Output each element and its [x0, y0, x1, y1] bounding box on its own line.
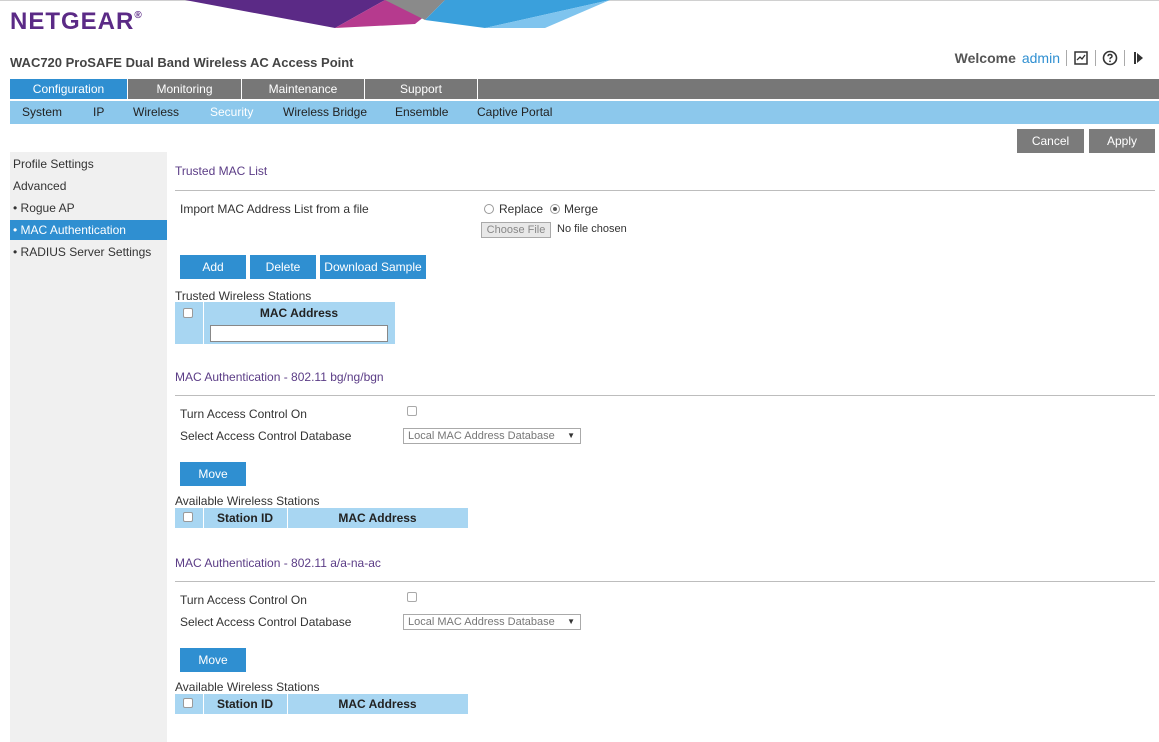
tab-configuration[interactable]: Configuration	[10, 79, 128, 99]
import-label: Import MAC Address List from a file	[180, 202, 369, 216]
replace-radio-label: Replace	[499, 202, 544, 216]
add-button[interactable]: Add	[180, 255, 246, 279]
ac-database-label: Select Access Control Database	[180, 615, 352, 629]
sidebar-item-mac-authentication[interactable]: • MAC Authentication	[10, 220, 167, 240]
sidebar-item-rogue-ap[interactable]: • Rogue AP	[10, 198, 167, 218]
select-all-checkbox[interactable]	[183, 308, 193, 318]
bgn-access-control-checkbox[interactable]	[407, 406, 417, 416]
ac-database-value: Local MAC Address Database	[408, 616, 555, 628]
ac-move-button[interactable]: Move	[180, 648, 246, 672]
ac-access-control-label: Turn Access Control On	[180, 593, 307, 607]
help-icon[interactable]	[1102, 50, 1118, 66]
bgn-move-button[interactable]: Move	[180, 462, 246, 486]
mac-address-column-header: MAC Address	[338, 697, 417, 711]
section-divider	[175, 190, 1155, 191]
chevron-down-icon: ▼	[567, 431, 575, 440]
tab-support[interactable]: Support	[365, 79, 478, 99]
mac-address-column-header: MAC Address	[338, 511, 417, 525]
welcome-label: Welcome	[954, 50, 1016, 66]
ac-database-select[interactable]: Local MAC Address Database ▼	[403, 614, 581, 630]
trusted-mac-list-title: Trusted MAC List	[175, 164, 268, 178]
subtab-ensemble[interactable]: Ensemble	[395, 101, 448, 124]
station-id-column-header: Station ID	[217, 697, 273, 711]
section-divider	[175, 395, 1155, 396]
subtab-captive-portal[interactable]: Captive Portal	[477, 101, 552, 124]
subtab-ip[interactable]: IP	[93, 101, 104, 124]
divider	[1124, 50, 1125, 66]
no-file-status: No file chosen	[557, 223, 627, 235]
subtab-wireless-bridge[interactable]: Wireless Bridge	[283, 101, 367, 124]
bgn-available-stations-label: Available Wireless Stations	[175, 494, 320, 508]
netgear-logo: NETGEAR®	[10, 8, 143, 35]
subtab-wireless[interactable]: Wireless	[133, 101, 179, 124]
choose-file-button[interactable]: Choose File	[481, 222, 551, 238]
bgn-stations-table: Station ID MAC Address	[175, 508, 468, 528]
tab-maintenance[interactable]: Maintenance	[242, 79, 365, 99]
main-nav: Configuration Monitoring Maintenance Sup…	[10, 79, 1159, 99]
divider	[1095, 50, 1096, 66]
sidebar-item-advanced[interactable]: Advanced	[10, 176, 167, 196]
sidebar: Profile Settings Advanced • Rogue AP • M…	[10, 152, 167, 742]
trusted-stations-label: Trusted Wireless Stations	[175, 289, 312, 303]
bgn-select-all-checkbox[interactable]	[183, 512, 193, 522]
ac-stations-table: Station ID MAC Address	[175, 694, 468, 714]
logout-icon[interactable]	[1131, 50, 1147, 66]
merge-radio[interactable]	[550, 204, 560, 214]
tab-monitoring[interactable]: Monitoring	[128, 79, 242, 99]
mac-address-column-header: MAC Address	[259, 306, 339, 320]
chevron-down-icon: ▼	[567, 617, 575, 626]
station-id-column-header: Station ID	[217, 511, 273, 525]
merge-radio-label: Merge	[564, 202, 599, 216]
subtab-system[interactable]: System	[22, 101, 62, 124]
subtab-security[interactable]: Security	[210, 101, 253, 124]
cancel-button[interactable]: Cancel	[1017, 129, 1084, 153]
apply-button[interactable]: Apply	[1089, 129, 1155, 153]
sub-nav: System IP Wireless Security Wireless Bri…	[10, 101, 1159, 124]
ac-section-title: MAC Authentication - 802.11 a/a-na-ac	[175, 556, 381, 570]
section-divider	[175, 581, 1155, 582]
product-title: WAC720 ProSAFE Dual Band Wireless AC Acc…	[10, 55, 354, 70]
sidebar-item-profile-settings[interactable]: Profile Settings	[10, 154, 167, 174]
bgn-access-control-label: Turn Access Control On	[180, 407, 307, 421]
sidebar-item-radius-server-settings[interactable]: • RADIUS Server Settings	[10, 242, 167, 262]
ac-access-control-checkbox[interactable]	[407, 592, 417, 602]
ac-available-stations-label: Available Wireless Stations	[175, 680, 320, 694]
delete-button[interactable]: Delete	[250, 255, 316, 279]
username-link[interactable]: admin	[1022, 50, 1060, 66]
bgn-database-select[interactable]: Local MAC Address Database ▼	[403, 428, 581, 444]
header-banner-graphic	[185, 0, 610, 28]
mac-address-input[interactable]	[210, 325, 388, 342]
bgn-database-value: Local MAC Address Database	[408, 430, 555, 442]
log-icon[interactable]	[1073, 50, 1089, 66]
replace-radio[interactable]	[484, 204, 494, 214]
bgn-section-title: MAC Authentication - 802.11 bg/ng/bgn	[175, 370, 384, 384]
ac-select-all-checkbox[interactable]	[183, 698, 193, 708]
divider	[1066, 50, 1067, 66]
bgn-database-label: Select Access Control Database	[180, 429, 352, 443]
welcome-area: Welcome admin	[955, 50, 1147, 66]
download-sample-button[interactable]: Download Sample	[320, 255, 426, 279]
